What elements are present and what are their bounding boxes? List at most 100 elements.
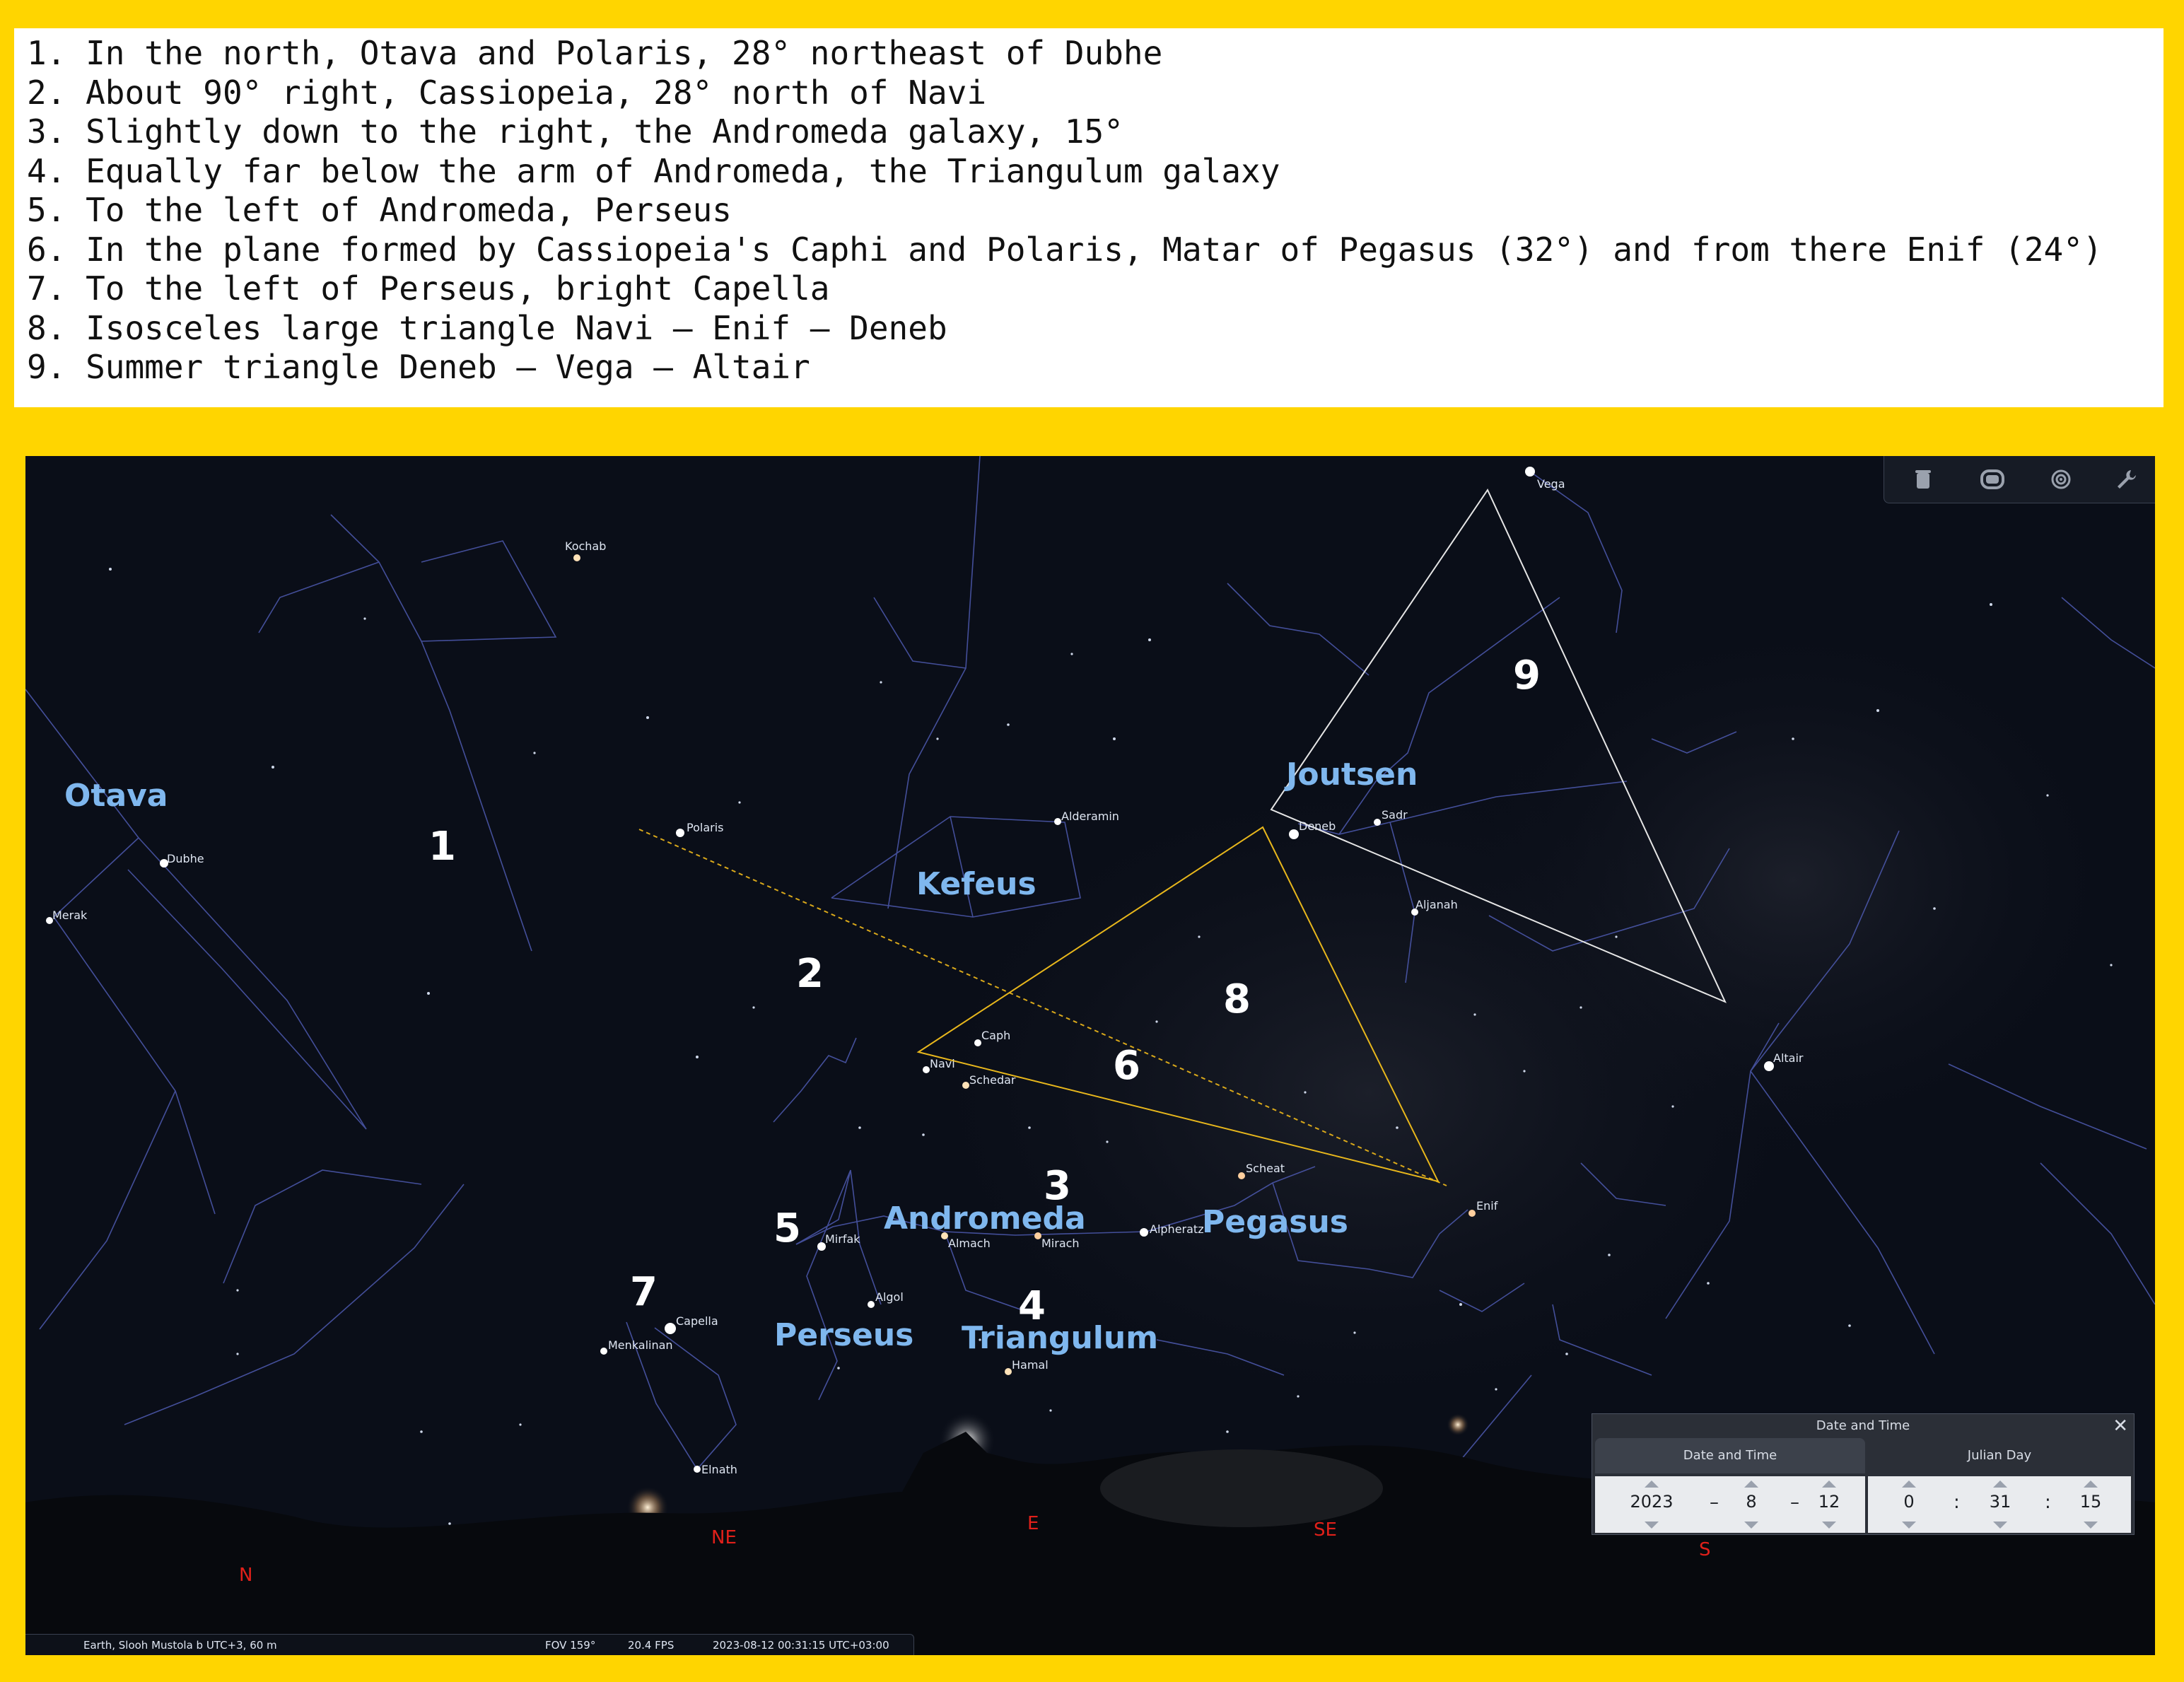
star-deneb bbox=[1289, 829, 1299, 839]
star-label-vega: Vega bbox=[1537, 477, 1565, 491]
note-2: 2. About 90° right, Cassiopeia, 28° nort… bbox=[27, 73, 987, 112]
star-label-alderamin: Alderamin bbox=[1061, 810, 1119, 823]
star-enif bbox=[1468, 1210, 1476, 1217]
date-time-panel-title: Date and Time bbox=[1816, 1418, 1910, 1433]
date-time-panel: Date and Time ✕ Date and Time Julian Day… bbox=[1592, 1413, 2135, 1535]
marker-5: 5 bbox=[773, 1205, 801, 1251]
star-label-mirfak: Mirfak bbox=[825, 1232, 860, 1246]
star-label-alpheratz: Alpheratz bbox=[1150, 1222, 1204, 1236]
tab-julian-day[interactable]: Julian Day bbox=[1868, 1438, 2131, 1473]
compass-se: SE bbox=[1314, 1519, 1337, 1541]
sky-toolbar bbox=[1884, 456, 2155, 503]
day-up-icon[interactable] bbox=[1822, 1480, 1836, 1488]
constellation-label-joutsen: Joutsen bbox=[1286, 757, 1418, 793]
year-up-icon[interactable] bbox=[1645, 1480, 1659, 1488]
star-sadr bbox=[1374, 819, 1381, 826]
marker-3: 3 bbox=[1044, 1163, 1071, 1209]
star-label-algol: Algol bbox=[875, 1290, 904, 1304]
month-up-icon[interactable] bbox=[1744, 1480, 1758, 1488]
star-polaris bbox=[676, 829, 684, 837]
star-elnath bbox=[694, 1466, 701, 1473]
star-label-scheat: Scheat bbox=[1246, 1162, 1285, 1175]
marker-1: 1 bbox=[428, 824, 456, 870]
observatory-dome bbox=[1100, 1449, 1383, 1527]
note-9: 9. Summer triangle Deneb – Vega – Altair bbox=[27, 348, 810, 386]
planet-saturn bbox=[1447, 1413, 1469, 1436]
star-kochab bbox=[573, 554, 580, 561]
star-label-almach: Almach bbox=[948, 1237, 991, 1250]
day-field[interactable]: 12 bbox=[1804, 1492, 1854, 1512]
minute-down-icon[interactable] bbox=[1993, 1522, 2007, 1529]
fullscreen-icon[interactable] bbox=[1975, 462, 2010, 497]
hour-field[interactable]: 0 bbox=[1884, 1492, 1934, 1512]
month-field[interactable]: 8 bbox=[1727, 1492, 1776, 1512]
status-fov: FOV 159° bbox=[545, 1639, 596, 1652]
star-label-dubhe: Dubhe bbox=[167, 852, 204, 865]
star-algol bbox=[868, 1301, 875, 1308]
star-label-capella: Capella bbox=[676, 1314, 718, 1328]
target-icon[interactable] bbox=[2043, 462, 2079, 497]
status-bar: Earth, Slooh Mustola b UTC+3, 60 m FOV 1… bbox=[25, 1634, 914, 1655]
note-1: 1. In the north, Otava and Polaris, 28° … bbox=[27, 34, 1163, 72]
star-caph bbox=[974, 1039, 981, 1046]
star-vega bbox=[1525, 467, 1535, 477]
hour-up-icon[interactable] bbox=[1902, 1480, 1916, 1488]
star-alpheratz bbox=[1140, 1228, 1148, 1237]
minute-up-icon[interactable] bbox=[1993, 1480, 2007, 1488]
star-menkalinan bbox=[600, 1348, 607, 1355]
compass-s: S bbox=[1699, 1539, 1711, 1560]
tab-date-and-time[interactable]: Date and Time bbox=[1595, 1438, 1865, 1473]
minute-field[interactable]: 31 bbox=[1975, 1492, 2025, 1512]
marker-8: 8 bbox=[1223, 976, 1251, 1022]
star-label-schedar: Schedar bbox=[969, 1073, 1016, 1087]
note-6: 6. In the plane formed by Cassiopeia's C… bbox=[27, 230, 2103, 269]
month-down-icon[interactable] bbox=[1744, 1522, 1758, 1529]
time-separator: : bbox=[1954, 1492, 1960, 1513]
note-8: 8. Isosceles large triangle Navi – Enif … bbox=[27, 308, 947, 347]
compass-e: E bbox=[1027, 1513, 1039, 1534]
star-label-caph: Caph bbox=[981, 1029, 1011, 1042]
hour-down-icon[interactable] bbox=[1902, 1522, 1916, 1529]
compass-ne: NE bbox=[711, 1527, 737, 1548]
star-capella bbox=[665, 1323, 676, 1334]
star-label-aljanah: Aljanah bbox=[1415, 898, 1458, 911]
date-separator: – bbox=[1790, 1492, 1799, 1513]
star-label-sadr: Sadr bbox=[1382, 808, 1408, 822]
status-datetime[interactable]: 2023-08-12 00:31:15 UTC+03:00 bbox=[713, 1639, 889, 1652]
status-location[interactable]: Earth, Slooh Mustola b UTC+3, 60 m bbox=[83, 1639, 277, 1652]
star-scheat bbox=[1238, 1172, 1245, 1179]
constellation-label-pegasus: Pegasus bbox=[1202, 1204, 1348, 1240]
star-label-merak: Merak bbox=[52, 909, 88, 922]
close-icon[interactable]: ✕ bbox=[2113, 1415, 2128, 1437]
marker-4: 4 bbox=[1018, 1283, 1046, 1329]
notes-panel: 1. In the north, Otava and Polaris, 28° … bbox=[14, 28, 2163, 407]
note-7: 7. To the left of Perseus, bright Capell… bbox=[27, 269, 830, 308]
star-label-elnath: Elnath bbox=[701, 1463, 737, 1476]
date-fields: 2023 – 8 – 12 bbox=[1595, 1476, 1865, 1533]
time-separator: : bbox=[2045, 1492, 2051, 1513]
star-label-navi: Navi bbox=[930, 1057, 955, 1070]
marker-9: 9 bbox=[1513, 653, 1541, 699]
star-label-kochab: Kochab bbox=[565, 539, 607, 553]
year-down-icon[interactable] bbox=[1645, 1522, 1659, 1529]
constellation-label-otava: Otava bbox=[64, 778, 168, 814]
wrench-icon[interactable] bbox=[2109, 462, 2144, 497]
star-hamal bbox=[1005, 1368, 1012, 1375]
marker-7: 7 bbox=[630, 1269, 658, 1315]
sky-view[interactable]: Vega Kochab Polaris Dubhe Merak Alderami… bbox=[25, 456, 2155, 1655]
second-down-icon[interactable] bbox=[2084, 1522, 2098, 1529]
year-field[interactable]: 2023 bbox=[1627, 1492, 1676, 1512]
star-altair bbox=[1764, 1061, 1774, 1071]
star-label-mirach: Mirach bbox=[1041, 1237, 1080, 1250]
star-label-enif: Enif bbox=[1476, 1199, 1498, 1213]
date-separator: – bbox=[1710, 1492, 1719, 1513]
star-navi bbox=[923, 1066, 930, 1073]
star-label-hamal: Hamal bbox=[1012, 1358, 1049, 1372]
second-field[interactable]: 15 bbox=[2066, 1492, 2115, 1512]
compass-n: N bbox=[239, 1565, 253, 1586]
star-label-altair: Altair bbox=[1773, 1051, 1804, 1065]
second-up-icon[interactable] bbox=[2084, 1480, 2098, 1488]
marker-2: 2 bbox=[796, 951, 824, 997]
day-down-icon[interactable] bbox=[1822, 1522, 1836, 1529]
trash-icon[interactable] bbox=[1905, 462, 1941, 497]
